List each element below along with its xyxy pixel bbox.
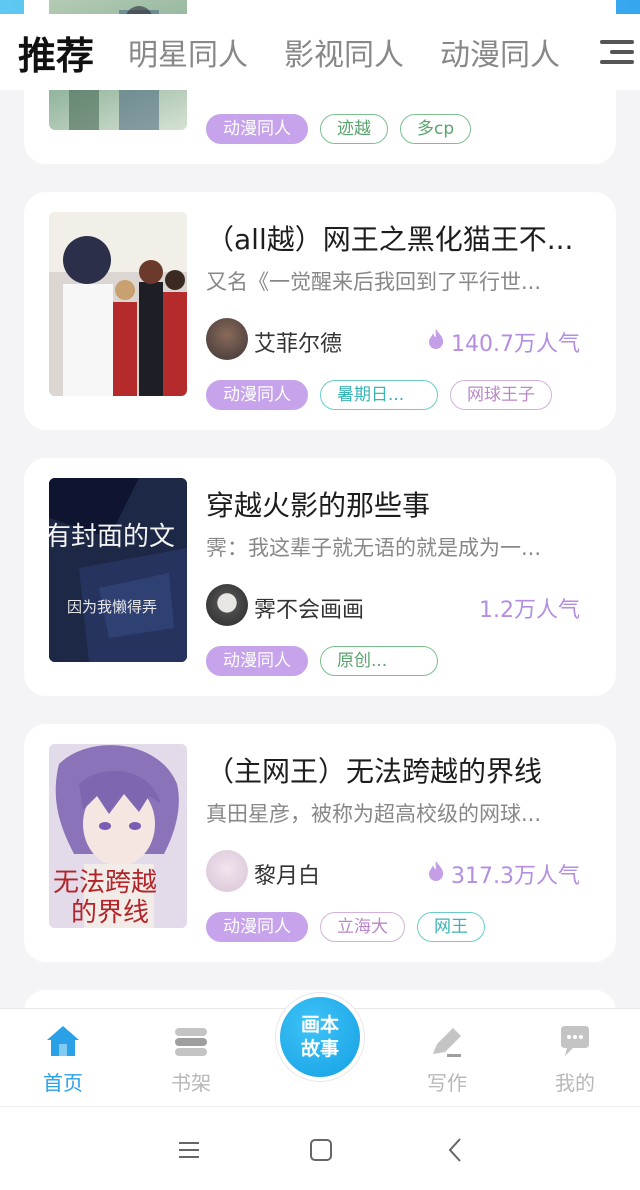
tab-film-tv[interactable]: 影视同人 — [284, 30, 404, 74]
popularity: 140.7万人气 — [427, 326, 580, 358]
tag[interactable]: 动漫同人 — [206, 380, 308, 410]
nav-bookshelf-label: 书架 — [171, 1071, 211, 1095]
story-cover: 有封面的文 因为我懒得弄 — [49, 478, 187, 662]
home-button-icon[interactable] — [306, 1135, 336, 1165]
tag[interactable]: 动漫同人 — [206, 114, 308, 144]
back-icon[interactable] — [440, 1135, 470, 1165]
story-feed: 动漫同人 迹越 多cp （all越）网王之黑化猫王不... 又名《一觉醒来后我回… — [0, 0, 640, 1008]
chat-icon — [530, 1021, 620, 1061]
tag[interactable]: 原创... — [320, 646, 438, 676]
avatar[interactable] — [206, 318, 248, 360]
create-story-line1: 画本 — [300, 1014, 339, 1036]
tag-list: 动漫同人 立海大 网王 — [206, 912, 497, 942]
bottom-nav: 首页 书架 画本 故事 写作 我的 — [0, 993, 640, 1106]
tag[interactable]: 网王 — [417, 912, 485, 942]
tag[interactable]: 迹越 — [320, 114, 388, 144]
popularity: 1.2万人气 — [479, 592, 580, 624]
create-story-line2: 故事 — [300, 1038, 339, 1060]
tab-celebrity[interactable]: 明星同人 — [128, 30, 248, 74]
cover-text: 因为我懒得弄 — [67, 598, 158, 616]
author-name[interactable]: 艾菲尔德 — [254, 326, 342, 358]
story-cover — [49, 212, 187, 396]
nav-home[interactable]: 首页 — [18, 1021, 108, 1096]
tag[interactable]: 动漫同人 — [206, 912, 308, 942]
tag[interactable]: 多cp — [400, 114, 472, 144]
story-description: 霁：我这辈子就无语的就是成为一... — [206, 536, 542, 560]
popularity-count: 140.7万人气 — [451, 332, 580, 357]
story-cover: 无法跨越 的界线 — [49, 744, 187, 928]
tag[interactable]: 网球王子 — [450, 380, 552, 410]
home-icon — [18, 1021, 108, 1061]
tag-list: 动漫同人 迹越 多cp — [206, 114, 483, 144]
flame-icon — [427, 328, 445, 356]
story-description: 又名《一觉醒来后我回到了平行世... — [206, 270, 542, 294]
create-story-button[interactable]: 画本 故事 — [276, 993, 364, 1081]
story-title[interactable]: （主网王）无法跨越的界线 — [206, 750, 596, 790]
avatar[interactable] — [206, 584, 248, 626]
tab-recommend[interactable]: 推荐 — [18, 25, 94, 80]
flame-icon — [427, 860, 445, 888]
pen-icon — [402, 1021, 492, 1061]
story-card[interactable]: 有封面的文 因为我懒得弄 穿越火影的那些事 霁：我这辈子就无语的就是成为一...… — [24, 458, 616, 696]
tag-list: 动漫同人 暑期日... 网球王子 — [206, 380, 564, 410]
tag[interactable]: 暑期日... — [320, 380, 438, 410]
menu-icon[interactable] — [600, 40, 634, 70]
category-tabs: 推荐 明星同人 影视同人 动漫同人 — [0, 14, 640, 90]
cover-text: 的界线 — [71, 898, 150, 928]
cover-text: 有封面的文 — [49, 522, 176, 552]
bookshelf-icon — [146, 1021, 236, 1061]
story-card[interactable]: 无法跨越 的界线 （主网王）无法跨越的界线 真田星彦，被称为超高校级的网球...… — [24, 724, 616, 962]
popularity-count: 1.2万人气 — [479, 598, 580, 623]
popularity-count: 317.3万人气 — [451, 864, 580, 889]
tab-anime[interactable]: 动漫同人 — [440, 30, 560, 74]
story-card[interactable]: （all越）网王之黑化猫王不... 又名《一觉醒来后我回到了平行世... 艾菲尔… — [24, 192, 616, 430]
tag-list: 动漫同人 原创... — [206, 646, 450, 676]
nav-mine[interactable]: 我的 — [530, 1021, 620, 1096]
nav-write[interactable]: 写作 — [402, 1021, 492, 1096]
story-title[interactable]: （all越）网王之黑化猫王不... — [206, 218, 596, 258]
nav-home-label: 首页 — [43, 1071, 83, 1095]
popularity: 317.3万人气 — [427, 858, 580, 890]
tag[interactable]: 立海大 — [320, 912, 405, 942]
nav-bookshelf[interactable]: 书架 — [146, 1021, 236, 1096]
nav-mine-label: 我的 — [555, 1071, 595, 1095]
recents-icon[interactable] — [174, 1135, 204, 1165]
author-name[interactable]: 霁不会画画 — [254, 592, 364, 624]
nav-write-label: 写作 — [427, 1071, 467, 1095]
author-name[interactable]: 黎月白 — [254, 858, 320, 890]
tag[interactable]: 动漫同人 — [206, 646, 308, 676]
story-title[interactable]: 穿越火影的那些事 — [206, 484, 596, 524]
system-nav-bar — [0, 1106, 640, 1190]
story-description: 真田星彦，被称为超高校级的网球... — [206, 802, 542, 826]
avatar[interactable] — [206, 850, 248, 892]
